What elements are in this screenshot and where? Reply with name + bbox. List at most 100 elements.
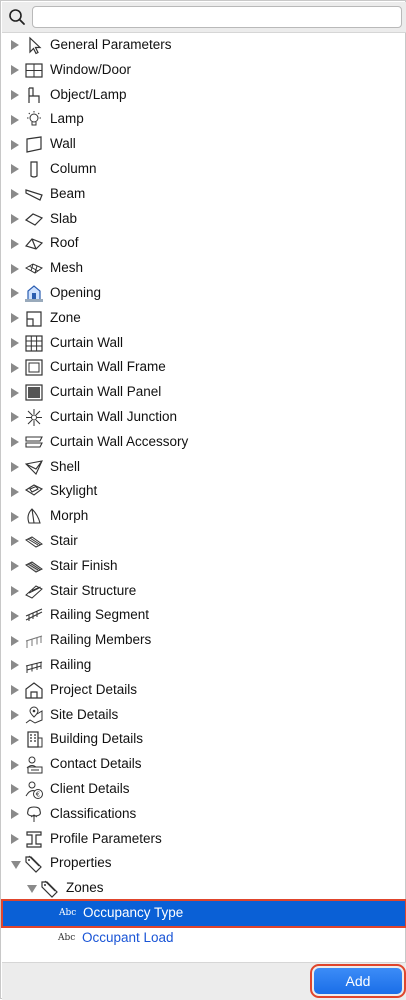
tree-item-skylight[interactable]: Skylight <box>2 479 406 504</box>
tree-item-shell[interactable]: Shell <box>2 455 406 480</box>
disclosure-triangle-icon[interactable] <box>11 114 19 125</box>
disclosure-triangle-icon[interactable] <box>11 511 19 522</box>
tree-item-mesh[interactable]: Mesh <box>2 256 406 281</box>
shell-icon <box>24 458 44 477</box>
tree-item-label: Curtain Wall <box>50 334 124 350</box>
tree-item-opening[interactable]: Opening <box>2 281 406 306</box>
disclosure-triangle-icon[interactable] <box>11 362 19 373</box>
tree-icon <box>24 805 44 824</box>
disclosure-triangle-icon[interactable] <box>11 536 19 547</box>
tree-item-curtain-wall-junction[interactable]: Curtain Wall Junction <box>2 405 406 430</box>
disclosure-triangle-icon[interactable] <box>11 263 19 274</box>
chair-icon <box>24 86 44 105</box>
tree-item-label: Curtain Wall Frame <box>50 359 166 375</box>
disclosure-triangle-icon[interactable] <box>11 313 19 324</box>
parameter-picker-panel: General Parameters Window/Door Object/Lamp… <box>0 0 406 1000</box>
tree-item-label: Railing <box>50 656 92 672</box>
tree-item-label: Curtain Wall Panel <box>50 384 162 400</box>
tree-item-object-lamp[interactable]: Object/Lamp <box>2 83 406 108</box>
tree-item-railing-members[interactable]: Railing Members <box>2 628 406 653</box>
tree-item-label: Profile Parameters <box>50 830 162 846</box>
tree-leaf-occupancy-type[interactable]: Abc Occupancy Type <box>1 898 406 928</box>
mesh-icon <box>24 259 44 278</box>
disclosure-triangle-icon[interactable] <box>11 89 19 100</box>
disclosure-triangle-icon[interactable] <box>11 784 19 795</box>
tree-item-general-parameters[interactable]: General Parameters <box>2 33 406 58</box>
disclosure-triangle-icon[interactable] <box>11 337 19 348</box>
railing-segment-icon <box>24 606 44 625</box>
tree-item-label: Stair Structure <box>50 582 137 598</box>
disclosure-triangle-icon[interactable] <box>11 213 19 224</box>
disclosure-triangle-icon[interactable] <box>11 189 19 200</box>
disclosure-triangle-icon[interactable] <box>11 709 19 720</box>
disclosure-triangle-icon[interactable] <box>11 164 19 175</box>
tree-item-lamp[interactable]: Lamp <box>2 107 406 132</box>
railing-members-icon <box>24 631 44 650</box>
disclosure-triangle-icon[interactable] <box>11 561 19 572</box>
tree-item-label: Opening <box>50 284 102 300</box>
tree-leaf-label: Occupancy Type <box>83 904 184 920</box>
tree-item-project-details[interactable]: Project Details <box>2 678 406 703</box>
tree-item-label: Stair Finish <box>50 557 118 573</box>
disclosure-triangle-icon[interactable] <box>11 685 19 696</box>
add-button[interactable]: Add <box>310 964 406 998</box>
tree-item-label: Curtain Wall Accessory <box>50 433 189 449</box>
tree-item-beam[interactable]: Beam <box>2 182 406 207</box>
tree-item-window-door[interactable]: Window/Door <box>2 58 406 83</box>
opening-icon <box>24 284 44 303</box>
tree-item-label: Zones <box>66 880 104 896</box>
disclosure-triangle-icon[interactable] <box>11 387 19 398</box>
disclosure-triangle-icon[interactable] <box>11 585 19 596</box>
tree-item-slab[interactable]: Slab <box>2 207 406 232</box>
tree-item-wall[interactable]: Wall <box>2 132 406 157</box>
tree-item-stair-structure[interactable]: Stair Structure <box>2 579 406 604</box>
stair-icon <box>24 532 44 551</box>
disclosure-triangle-icon[interactable] <box>11 759 19 770</box>
tree-item-contact-details[interactable]: Contact Details <box>2 752 406 777</box>
tree-item-label: Object/Lamp <box>50 86 127 102</box>
tree-item-railing[interactable]: Railing <box>2 653 406 678</box>
tree-item-curtain-wall-panel[interactable]: Curtain Wall Panel <box>2 380 406 405</box>
disclosure-triangle-icon[interactable] <box>11 65 19 76</box>
tree-item-zones[interactable]: Zones <box>2 876 406 901</box>
tree-item-client-details[interactable]: € Client Details <box>2 777 406 802</box>
disclosure-triangle-icon[interactable] <box>11 734 19 745</box>
disclosure-triangle-icon[interactable] <box>11 833 19 844</box>
tree-item-stair[interactable]: Stair <box>2 529 406 554</box>
disclosure-triangle-icon[interactable] <box>11 610 19 621</box>
disclosure-triangle-open-icon[interactable] <box>11 860 21 869</box>
tree-item-building-details[interactable]: Building Details <box>2 727 406 752</box>
tree-item-classifications[interactable]: Classifications <box>2 802 406 827</box>
disclosure-triangle-icon[interactable] <box>11 635 19 646</box>
tree-item-curtain-wall-accessory[interactable]: Curtain Wall Accessory <box>2 430 406 455</box>
house-icon <box>24 681 44 700</box>
disclosure-triangle-icon[interactable] <box>11 288 19 299</box>
disclosure-triangle-icon[interactable] <box>11 461 19 472</box>
tree-item-railing-segment[interactable]: Railing Segment <box>2 603 406 628</box>
tree-item-curtain-wall[interactable]: Curtain Wall <box>2 331 406 356</box>
disclosure-triangle-icon[interactable] <box>11 238 19 249</box>
disclosure-triangle-open-icon[interactable] <box>27 885 37 894</box>
disclosure-triangle-icon[interactable] <box>11 412 19 423</box>
morph-icon <box>24 507 44 526</box>
disclosure-triangle-icon[interactable] <box>11 486 19 497</box>
tree-item-label: Column <box>50 160 97 176</box>
search-input[interactable] <box>32 6 402 28</box>
disclosure-triangle-icon[interactable] <box>11 809 19 820</box>
tree-item-morph[interactable]: Morph <box>2 504 406 529</box>
tree-leaf-occupant-load[interactable]: Abc Occupant Load <box>2 926 406 951</box>
tree-item-zone[interactable]: Zone <box>2 306 406 331</box>
tree-item-curtain-wall-frame[interactable]: Curtain Wall Frame <box>2 355 406 380</box>
tree-item-roof[interactable]: Roof <box>2 231 406 256</box>
building-icon <box>24 730 44 749</box>
tree-item-stair-finish[interactable]: Stair Finish <box>2 554 406 579</box>
tree-item-properties[interactable]: Properties <box>2 851 406 876</box>
tree-item-label: Mesh <box>50 260 84 276</box>
tree-item-profile-parameters[interactable]: Profile Parameters <box>2 827 406 852</box>
disclosure-triangle-icon[interactable] <box>11 40 19 51</box>
disclosure-triangle-icon[interactable] <box>11 437 19 448</box>
disclosure-triangle-icon[interactable] <box>11 660 19 671</box>
disclosure-triangle-icon[interactable] <box>11 139 19 150</box>
tree-item-site-details[interactable]: Site Details <box>2 703 406 728</box>
tree-item-column[interactable]: Column <box>2 157 406 182</box>
